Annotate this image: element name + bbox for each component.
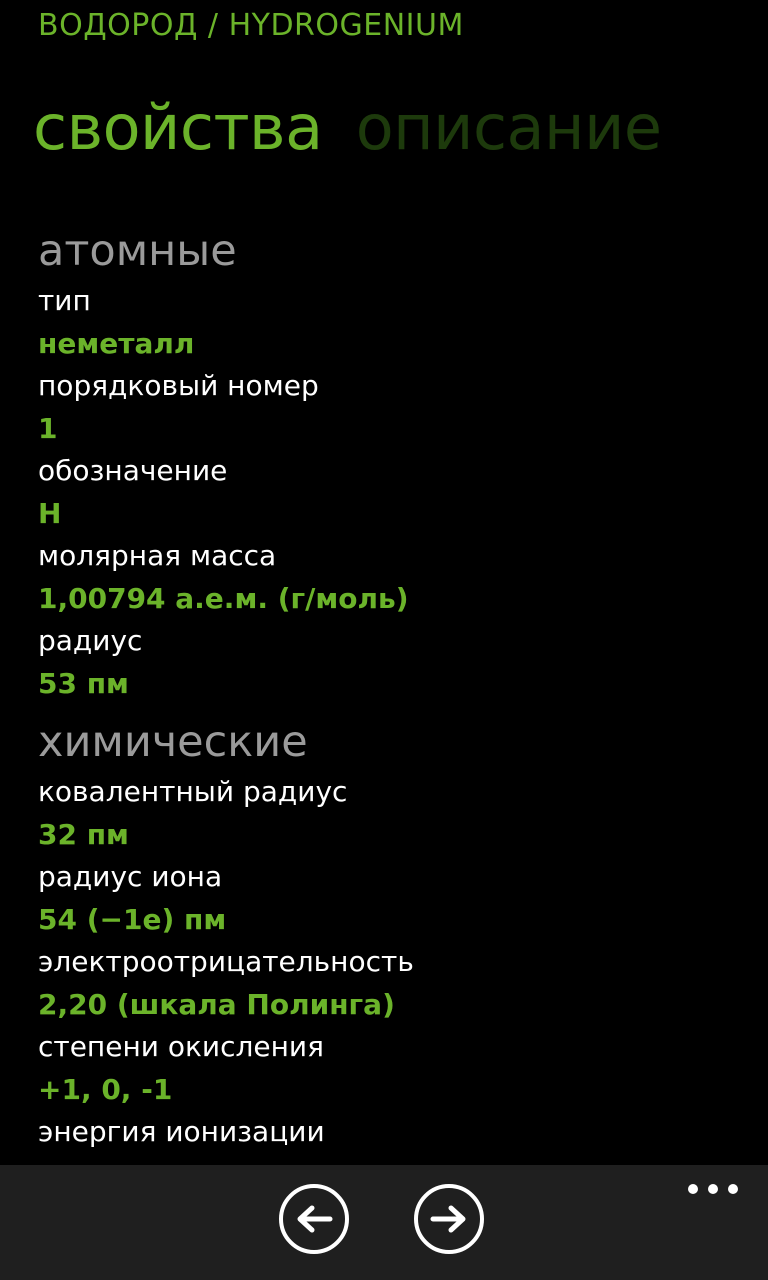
more-dots-icon[interactable] — [688, 1177, 738, 1201]
section-atomic: атомные тип неметалл порядковый номер 1 … — [38, 222, 738, 705]
properties-list[interactable]: атомные тип неметалл порядковый номер 1 … — [38, 222, 738, 1204]
prop-label-oxidation-states: степени окисления — [38, 1030, 324, 1063]
app-screen: ВОДОРОД / HYDROGENIUM свойства описание … — [0, 0, 768, 1280]
prop-label-ionization-energy: энергия ионизации — [38, 1115, 325, 1148]
prop-label-radius: радиус — [38, 624, 143, 657]
tab-properties[interactable]: свойства — [33, 88, 323, 168]
prop-label-symbol: обозначение — [38, 454, 228, 487]
arrow-left-icon — [297, 1205, 333, 1233]
prop-value-electronegativity: 2,20 (шкала Полинга) — [38, 988, 395, 1021]
prop-label-molar-mass: молярная масса — [38, 539, 277, 572]
app-bar — [0, 1165, 768, 1280]
arrow-right-icon — [430, 1205, 466, 1233]
prop-label-covalent-radius: ковалентный радиус — [38, 775, 348, 808]
next-element-button[interactable] — [414, 1184, 484, 1254]
prop-value-radius: 53 пм — [38, 667, 129, 700]
prop-value-type: неметалл — [38, 327, 195, 360]
dot — [688, 1184, 698, 1194]
prop-label-electronegativity: электроотрицательность — [38, 945, 414, 978]
prop-value-symbol: H — [38, 497, 62, 530]
prop-value-ion-radius: 54 (−1e) пм — [38, 903, 227, 936]
dot — [708, 1184, 718, 1194]
app-title: ВОДОРОД / HYDROGENIUM — [38, 8, 464, 43]
pivot-headers: свойства описание — [33, 88, 690, 168]
prop-value-molar-mass: 1,00794 а.е.м. (г/моль) — [38, 582, 409, 615]
prop-value-atomic-number: 1 — [38, 412, 58, 445]
prop-label-type: тип — [38, 284, 91, 317]
prop-label-ion-radius: радиус иона — [38, 860, 223, 893]
section-title: химические — [38, 717, 308, 767]
prop-value-oxidation-states: +1, 0, -1 — [38, 1073, 173, 1106]
previous-element-button[interactable] — [279, 1184, 349, 1254]
dot — [728, 1184, 738, 1194]
prop-label-atomic-number: порядковый номер — [38, 369, 319, 402]
section-title: атомные — [38, 226, 237, 276]
prop-value-covalent-radius: 32 пм — [38, 818, 129, 851]
tab-description[interactable]: описание — [356, 88, 662, 168]
section-chemical: химические ковалентный радиус 32 пм ради… — [38, 713, 738, 1196]
